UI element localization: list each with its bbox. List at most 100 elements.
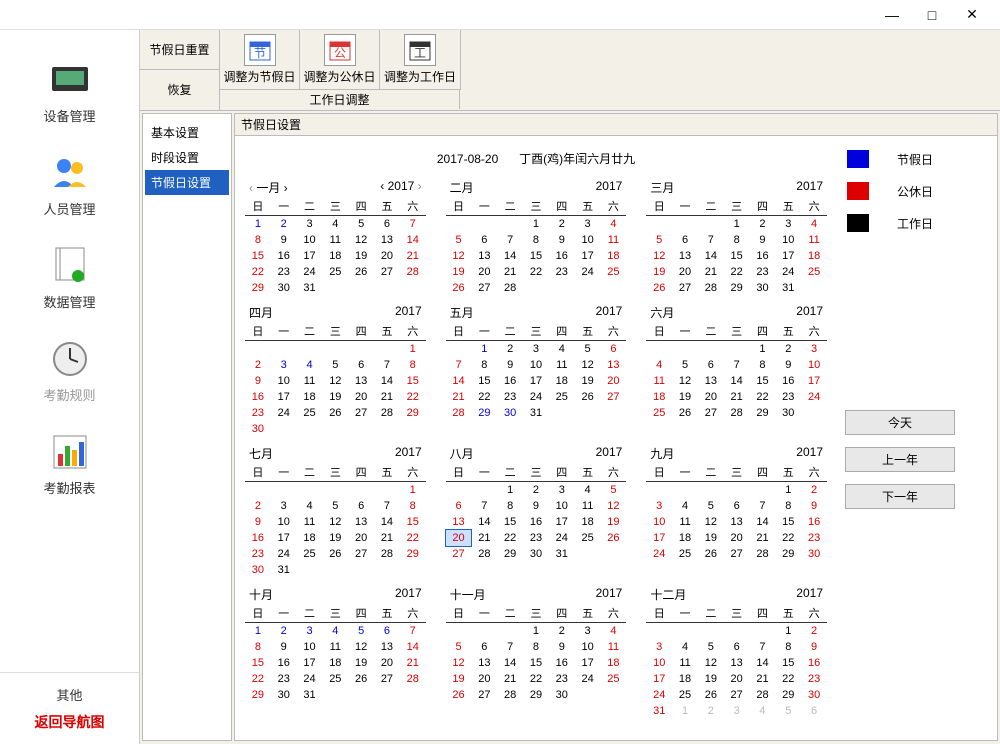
next-year-button[interactable]: 下一年 [845, 484, 955, 509]
day-cell[interactable]: 3 [271, 357, 297, 373]
day-cell[interactable]: 21 [497, 671, 523, 687]
day-cell[interactable]: 6 [446, 498, 472, 514]
day-other[interactable] [446, 482, 472, 498]
day-cell[interactable]: 15 [750, 373, 776, 389]
day-cell[interactable]: 4 [672, 498, 698, 514]
day-other[interactable] [348, 482, 374, 498]
day-cell[interactable]: 5 [348, 216, 374, 232]
day-cell[interactable]: 21 [471, 530, 497, 546]
day-cell[interactable]: 27 [698, 405, 724, 421]
day-cell[interactable]: 17 [801, 373, 827, 389]
day-cell[interactable]: 6 [374, 623, 400, 639]
day-cell[interactable]: 10 [646, 514, 672, 530]
day-cell[interactable]: 22 [400, 530, 426, 546]
day-cell[interactable]: 23 [245, 405, 271, 421]
day-cell[interactable]: 8 [245, 232, 271, 248]
day-cell[interactable]: 7 [698, 232, 724, 248]
day-other[interactable] [245, 341, 271, 357]
day-cell[interactable]: 6 [374, 216, 400, 232]
day-cell[interactable]: 17 [523, 373, 549, 389]
day-cell[interactable]: 22 [775, 671, 801, 687]
day-cell[interactable]: 5 [698, 498, 724, 514]
day-other[interactable] [271, 482, 297, 498]
day-cell[interactable]: 20 [374, 655, 400, 671]
day-cell[interactable]: 20 [374, 248, 400, 264]
day-cell[interactable]: 14 [400, 639, 426, 655]
sidebar-item-person[interactable]: 人员管理 [0, 153, 139, 218]
day-cell[interactable]: 24 [297, 671, 323, 687]
day-other[interactable]: 2 [698, 703, 724, 719]
day-other[interactable] [374, 341, 400, 357]
day-cell[interactable]: 1 [471, 341, 497, 357]
day-cell[interactable]: 27 [348, 546, 374, 562]
day-cell[interactable]: 16 [497, 373, 523, 389]
day-cell[interactable]: 18 [549, 373, 575, 389]
day-cell[interactable]: 13 [672, 248, 698, 264]
day-cell[interactable]: 9 [549, 232, 575, 248]
day-cell[interactable]: 2 [271, 623, 297, 639]
day-cell[interactable]: 10 [297, 639, 323, 655]
maximize-button[interactable]: □ [912, 2, 952, 28]
day-other[interactable]: 1 [672, 703, 698, 719]
day-cell[interactable]: 29 [471, 405, 497, 421]
today-button[interactable]: 今天 [845, 410, 955, 435]
day-cell[interactable]: 18 [322, 655, 348, 671]
day-cell[interactable]: 8 [471, 357, 497, 373]
day-cell[interactable]: 6 [724, 639, 750, 655]
day-cell[interactable]: 29 [775, 687, 801, 703]
sidebar-back[interactable]: 返回导航图 [0, 708, 139, 736]
day-cell[interactable]: 7 [724, 357, 750, 373]
day-other[interactable] [322, 482, 348, 498]
day-cell[interactable]: 9 [271, 639, 297, 655]
day-cell[interactable]: 19 [698, 671, 724, 687]
day-cell[interactable]: 16 [549, 248, 575, 264]
day-cell[interactable]: 2 [245, 498, 271, 514]
day-cell[interactable]: 30 [775, 405, 801, 421]
day-cell[interactable]: 12 [698, 655, 724, 671]
day-other[interactable] [297, 341, 323, 357]
day-other[interactable] [471, 482, 497, 498]
day-cell[interactable]: 15 [775, 514, 801, 530]
day-cell[interactable]: 5 [348, 623, 374, 639]
day-cell[interactable]: 7 [374, 357, 400, 373]
day-cell[interactable]: 20 [724, 671, 750, 687]
day-cell[interactable]: 21 [497, 264, 523, 280]
day-cell[interactable]: 23 [801, 671, 827, 687]
day-cell[interactable]: 25 [322, 671, 348, 687]
day-cell[interactable]: 9 [801, 639, 827, 655]
day-cell[interactable]: 4 [646, 357, 672, 373]
day-cell[interactable]: 20 [446, 530, 472, 546]
day-cell[interactable]: 16 [271, 248, 297, 264]
day-cell[interactable]: 29 [775, 546, 801, 562]
day-cell[interactable]: 20 [698, 389, 724, 405]
day-cell[interactable]: 28 [750, 687, 776, 703]
day-cell[interactable]: 23 [497, 389, 523, 405]
day-cell[interactable]: 17 [646, 530, 672, 546]
day-other[interactable] [446, 216, 472, 232]
day-cell[interactable]: 16 [775, 373, 801, 389]
day-cell[interactable]: 29 [245, 280, 271, 296]
day-cell[interactable]: 14 [698, 248, 724, 264]
day-cell[interactable]: 8 [523, 639, 549, 655]
sidebar-other[interactable]: 其他 [0, 681, 139, 708]
day-cell[interactable]: 10 [575, 232, 601, 248]
day-cell[interactable]: 27 [601, 389, 627, 405]
day-cell[interactable]: 17 [549, 514, 575, 530]
day-cell[interactable]: 31 [523, 405, 549, 421]
day-cell[interactable]: 2 [549, 216, 575, 232]
day-cell[interactable]: 19 [672, 389, 698, 405]
day-cell[interactable]: 7 [446, 357, 472, 373]
day-cell[interactable]: 18 [601, 655, 627, 671]
day-cell[interactable]: 7 [497, 639, 523, 655]
day-cell[interactable]: 31 [549, 546, 575, 562]
day-cell[interactable]: 30 [801, 546, 827, 562]
day-cell[interactable]: 10 [271, 514, 297, 530]
day-cell[interactable]: 27 [374, 671, 400, 687]
day-cell[interactable]: 15 [245, 248, 271, 264]
day-cell[interactable]: 17 [271, 389, 297, 405]
day-cell[interactable]: 21 [698, 264, 724, 280]
day-cell[interactable]: 24 [271, 405, 297, 421]
day-other[interactable] [698, 623, 724, 639]
day-cell[interactable]: 19 [698, 530, 724, 546]
day-cell[interactable]: 15 [497, 514, 523, 530]
